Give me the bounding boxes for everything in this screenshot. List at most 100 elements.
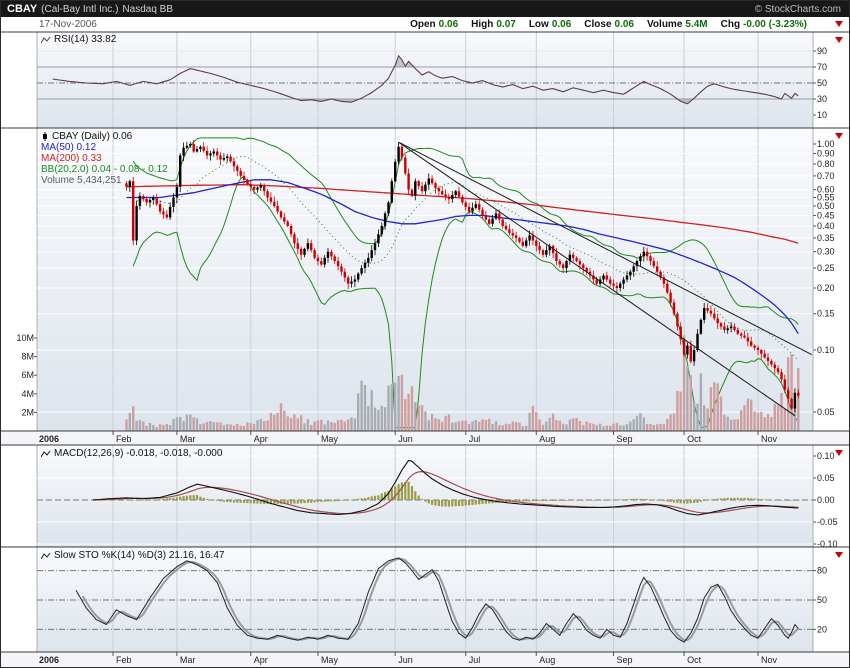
scale-arrow [835, 450, 843, 456]
svg-text:0.45: 0.45 [817, 210, 835, 220]
volume-bars [125, 335, 800, 431]
svg-text:50: 50 [817, 595, 827, 605]
company-name: (Cal-Bay Intl Inc.) [41, 3, 119, 15]
scale-arrow [835, 133, 843, 139]
rsi-legend-label: RSI(14) 33.82 [54, 34, 117, 45]
svg-text:1.00: 1.00 [817, 139, 835, 149]
macd-line-swatch-icon [41, 450, 51, 457]
quote-chg: Chg -0.00 (-3.23%) [720, 19, 807, 30]
svg-text:Nov: Nov [761, 434, 778, 444]
sto-d-line [81, 557, 799, 642]
svg-text:-0.05: -0.05 [817, 517, 838, 527]
ticker-symbol: CBAY [7, 3, 38, 15]
rsi-legend: RSI(14) 33.82 [41, 34, 116, 45]
svg-text:Mar: Mar [180, 655, 196, 665]
svg-text:70: 70 [817, 62, 827, 72]
svg-text:0.80: 0.80 [817, 159, 835, 169]
bollinger-band [132, 155, 799, 361]
svg-text:Jul: Jul [469, 655, 481, 665]
quote-low: Low 0.06 [528, 19, 572, 30]
svg-text:10: 10 [817, 110, 827, 120]
bb-legend-label: BB(20,2.0) 0.04 - 0.08 - 0.12 [41, 164, 168, 175]
svg-text:0.55: 0.55 [817, 192, 835, 202]
svg-text:0.60: 0.60 [817, 185, 835, 195]
rsi-line-swatch-icon [41, 36, 51, 43]
svg-text:Feb: Feb [116, 655, 132, 665]
svg-text:0.00: 0.00 [817, 495, 835, 505]
svg-text:Sep: Sep [617, 655, 633, 665]
price-candles [125, 139, 800, 413]
svg-text:Oct: Oct [687, 434, 702, 444]
bollinger-band [132, 137, 799, 325]
svg-text:0.05: 0.05 [817, 473, 835, 483]
svg-text:4M: 4M [21, 389, 34, 399]
quote-open: Open 0.06 [410, 19, 459, 30]
quote-close: Close 0.06 [584, 19, 634, 30]
stockcharts-chart: CBAY (Cal-Bay Intl Inc.) Nasdaq BB © Sto… [0, 0, 850, 668]
svg-text:2006: 2006 [39, 655, 59, 665]
svg-text:Jul: Jul [469, 434, 481, 444]
ma50-legend: MA(50) 0.12 [41, 142, 96, 153]
svg-text:Jun: Jun [398, 434, 413, 444]
axis-labels: 90705030101.000.900.800.700.600.550.500.… [16, 46, 837, 634]
svg-text:Aug: Aug [539, 655, 555, 665]
svg-text:0.70: 0.70 [817, 171, 835, 181]
svg-text:0.25: 0.25 [817, 263, 835, 273]
sto-panel [37, 557, 813, 643]
svg-text:20: 20 [817, 624, 827, 634]
svg-text:Aug: Aug [539, 434, 555, 444]
svg-text:0.40: 0.40 [817, 221, 835, 231]
ma200-legend: MA(200) 0.33 [41, 153, 102, 164]
svg-text:Feb: Feb [116, 434, 132, 444]
svg-text:May: May [321, 655, 339, 665]
copyright-link[interactable]: © StockCharts.com [755, 4, 841, 15]
svg-text:50: 50 [817, 78, 827, 88]
svg-text:80: 80 [817, 566, 827, 576]
svg-text:90: 90 [817, 46, 827, 56]
quote-row: 17-Nov-2006 Open 0.06 High 0.07 Low 0.06 Cl… [1, 17, 849, 32]
price-legend-label: CBAY (Daily) 0.06 [52, 131, 133, 142]
ma200-legend-label: MA(200) 0.33 [41, 153, 102, 164]
svg-text:0.50: 0.50 [817, 201, 835, 211]
sto-line-swatch-icon [41, 552, 51, 559]
bb-legend: BB(20,2.0) 0.04 - 0.08 - 0.12 [41, 164, 168, 175]
date-axis: 2006 Feb Mar Apr May Jun Jul Aug Sep Oct Nov [39, 652, 777, 665]
svg-text:Sep: Sep [617, 434, 633, 444]
macd-line [92, 459, 799, 516]
macd-legend-label: MACD(12,26,9) -0.018, -0.018, -0.000 [54, 448, 223, 459]
rsi-oversold-fill [52, 99, 799, 104]
macd-panel [37, 455, 813, 545]
svg-text:2006: 2006 [39, 434, 59, 444]
date-axis: 2006 Feb Mar Apr May Jun Jul Aug Sep Oct Nov [39, 431, 777, 444]
scale-arrows [835, 21, 843, 558]
price-legend-main: CBAY (Daily) 0.06 [41, 131, 132, 142]
macd-signal-line [92, 470, 799, 515]
volume-legend-label: Volume 5,434,251 [41, 175, 122, 186]
ma50-line [126, 179, 799, 335]
chart-canvas: 2006 Feb Mar Apr May Jun Jul Aug Sep Oct Nov 2006 Fe… [1, 21, 849, 667]
svg-text:0.10: 0.10 [817, 451, 835, 461]
rsi-overbought-fill [52, 55, 799, 67]
svg-text:0.90: 0.90 [817, 148, 835, 158]
svg-text:10M: 10M [16, 333, 34, 343]
svg-text:0.15: 0.15 [817, 309, 835, 319]
svg-text:Oct: Oct [687, 655, 702, 665]
svg-text:-0.10: -0.10 [817, 539, 838, 549]
quote-date: 17-Nov-2006 [39, 19, 97, 30]
bollinger-band [132, 176, 799, 429]
sto-legend: Slow STO %K(14) %D(3) 21.16, 16.47 [41, 550, 224, 561]
svg-text:2M: 2M [21, 407, 34, 417]
svg-text:0.10: 0.10 [817, 345, 835, 355]
svg-text:0.20: 0.20 [817, 283, 835, 293]
quote-high: High 0.07 [471, 19, 516, 30]
ma50-legend-label: MA(50) 0.12 [41, 142, 97, 153]
rsi-line [52, 54, 799, 105]
scale-arrow [835, 37, 843, 43]
quote-volume: Volume 5.4M [647, 19, 708, 30]
svg-text:30: 30 [817, 94, 827, 104]
candlestick-swatch-icon [43, 132, 47, 141]
svg-text:Apr: Apr [254, 655, 268, 665]
exchange-name: Nasdaq BB [122, 3, 174, 15]
macd-legend: MACD(12,26,9) -0.018, -0.018, -0.000 [41, 448, 222, 459]
svg-text:Nov: Nov [761, 655, 778, 665]
